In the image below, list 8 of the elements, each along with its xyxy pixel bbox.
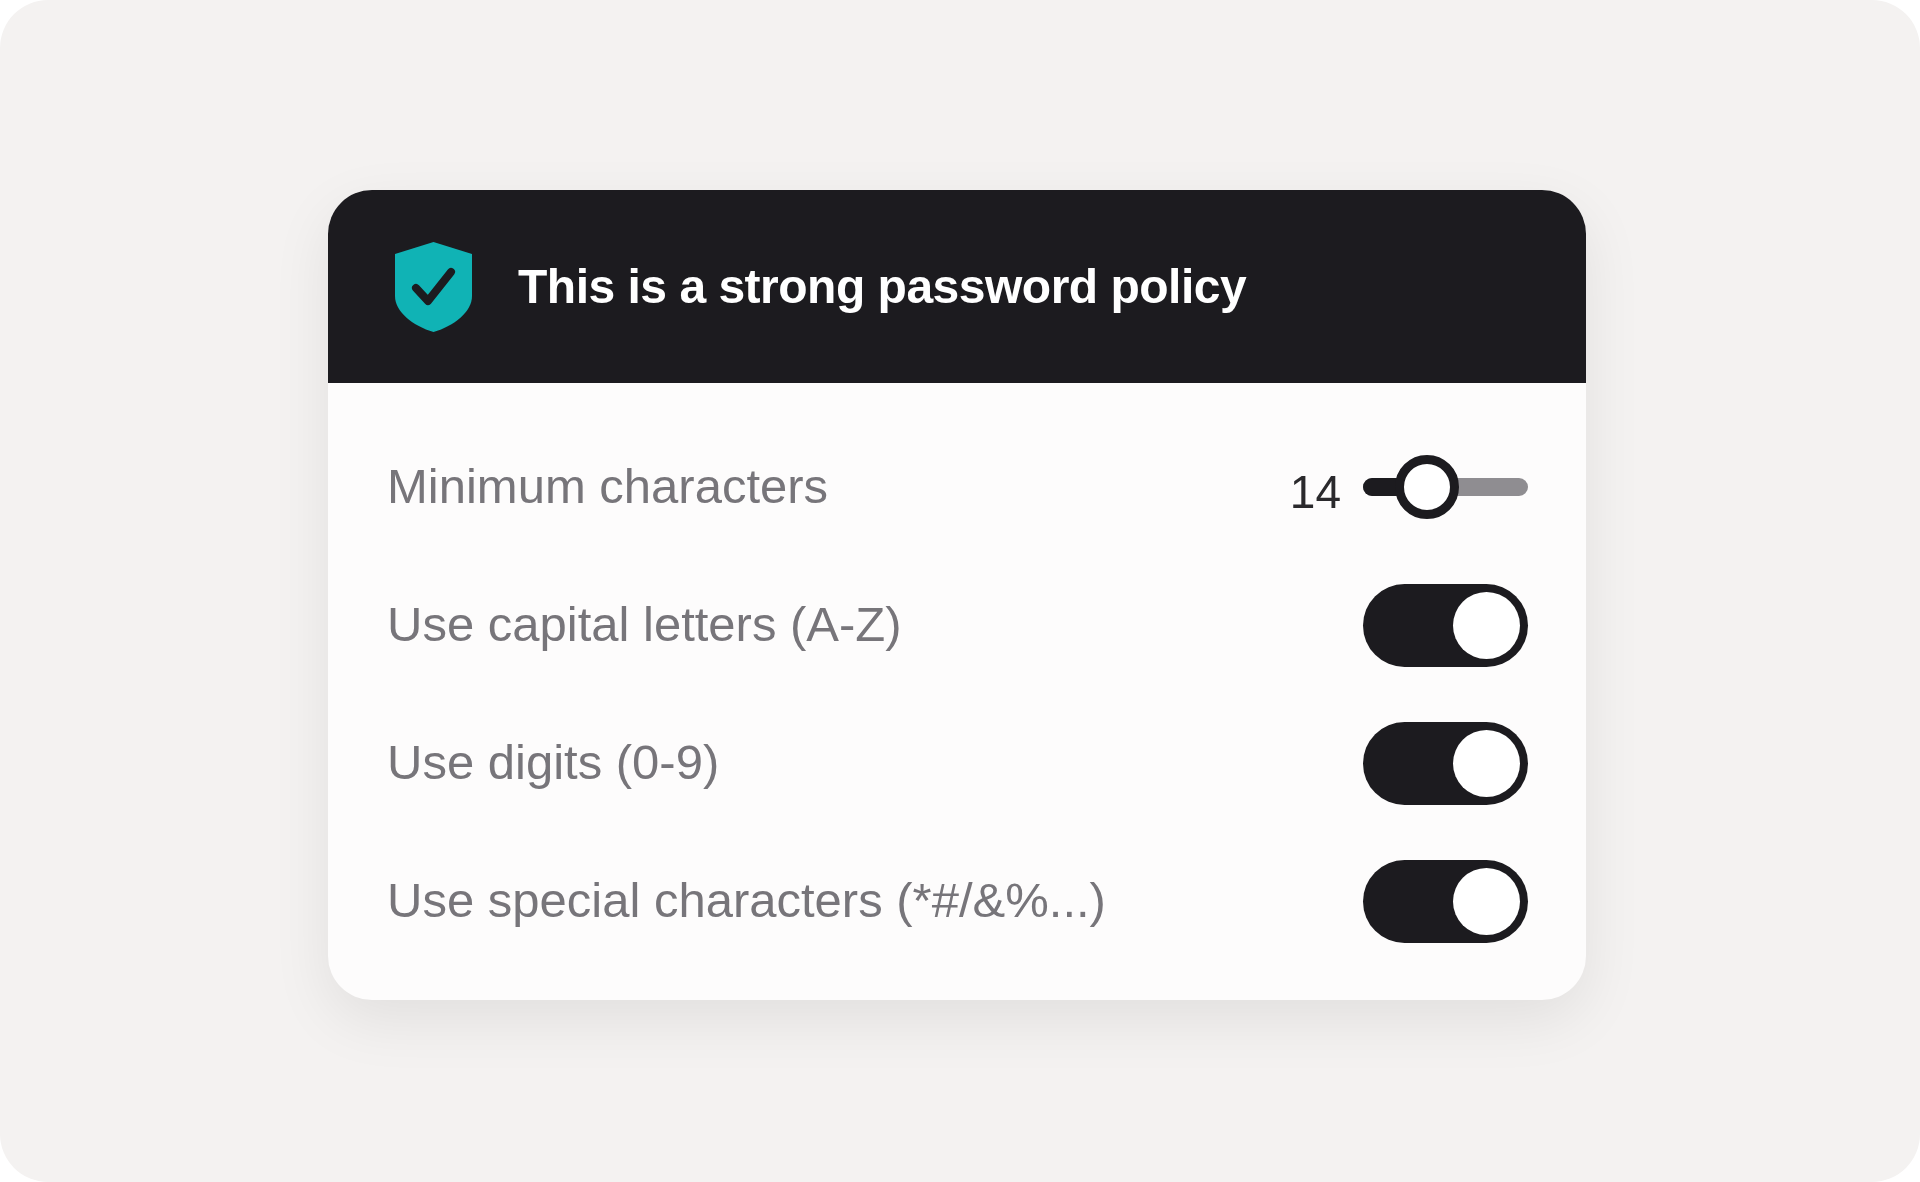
setting-label: Use capital letters (A-Z): [387, 596, 902, 654]
setting-label: Minimum characters: [387, 458, 829, 516]
setting-label: Use digits (0-9): [387, 734, 720, 792]
length-slider[interactable]: [1363, 455, 1528, 519]
shield-check-icon: [392, 239, 475, 334]
setting-label: Use special characters (*#/&%...): [387, 872, 1106, 930]
policy-title: This is a strong password policy: [518, 258, 1247, 315]
slider-value: 14: [1289, 464, 1341, 520]
